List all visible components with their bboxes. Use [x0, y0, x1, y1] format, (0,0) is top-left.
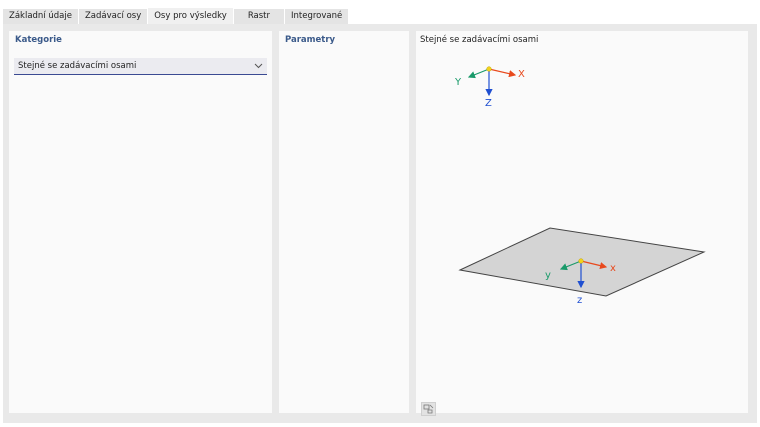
tab-zakladni-udaje[interactable]: Základní údaje [3, 9, 78, 24]
parametry-title: Parametry [285, 35, 336, 45]
tab-content: Kategorie Stejné se zadávacími osami Par… [3, 24, 757, 423]
tab-osy-pro-vysledky[interactable]: Osy pro výsledky [148, 8, 233, 24]
global-y-axis [467, 68, 490, 79]
preview-canvas: X Y Z x y z [454, 66, 706, 306]
local-x-label: x [610, 263, 616, 274]
global-axes: X Y Z [454, 66, 525, 109]
tab-integrovane[interactable]: Integrované [285, 9, 349, 24]
chevron-down-icon [254, 63, 263, 69]
kategorie-title: Kategorie [15, 35, 62, 45]
kategorie-panel: Kategorie Stejné se zadávacími osami [9, 31, 272, 413]
local-z-label: z [577, 295, 582, 306]
tab-zadavaci-osy[interactable]: Zadávací osy [78, 9, 148, 24]
kategorie-dropdown[interactable]: Stejné se zadávacími osami [14, 58, 267, 75]
preview-panel: Stejné se zadávacími osami X Y Z x y z [416, 31, 748, 416]
tab-bar: Základní údaje Zadávací osy Osy pro výsl… [3, 8, 349, 24]
global-x-axis [488, 68, 517, 78]
global-y-label: Y [454, 77, 462, 88]
view-settings-icon[interactable] [421, 402, 436, 416]
global-origin [486, 66, 492, 72]
kategorie-selected-value: Stejné se zadávacími osami [18, 61, 137, 71]
tab-rastr[interactable]: Rastr [233, 9, 285, 24]
global-z-label: Z [485, 98, 492, 109]
parametry-panel: Parametry [279, 31, 409, 413]
global-x-label: X [518, 69, 525, 80]
local-origin [578, 258, 584, 264]
local-y-label: y [545, 270, 551, 281]
